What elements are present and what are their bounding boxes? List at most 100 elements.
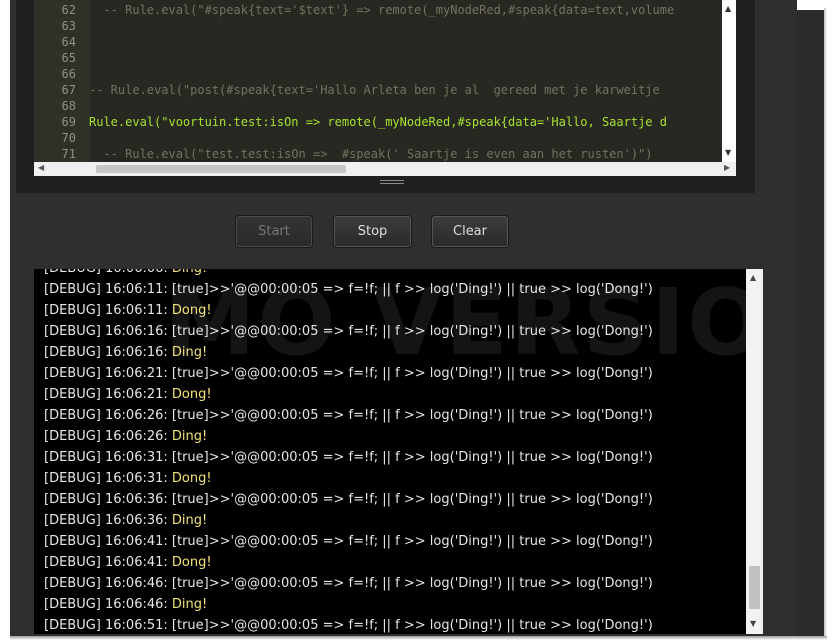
log-message: [true]>>'@@00:00:05 => f=!f; || f >> log… [171,576,653,591]
console-output[interactable]: MO VERSION [DEBUG] 16:06:06: Ding![DEBUG… [34,269,763,634]
line-number: 65 [61,51,76,65]
line-number: 66 [61,67,76,81]
code-line[interactable]: 69 Rule.eval("voortuin.test:isOn => remot… [34,114,722,130]
log-line: [DEBUG] 16:06:36: [true]>>'@@00:00:05 =>… [44,489,653,510]
window-edge [797,10,824,636]
log-prefix: [DEBUG] 16:06:41: [44,555,172,570]
log-prefix: [DEBUG] 16:06:46: [44,597,172,612]
log-message: [true]>>'@@00:00:05 => f=!f; || f >> log… [171,366,653,381]
console-scroll-thumb[interactable] [749,566,760,609]
log-message: [true]>>'@@00:00:05 => f=!f; || f >> log… [171,534,653,549]
code-line[interactable]: 70 [34,130,722,146]
code-line[interactable]: 65 [34,50,722,66]
log-line: [DEBUG] 16:06:21: Dong! [44,384,212,405]
log-message: [true]>>'@@00:00:05 => f=!f; || f >> log… [171,282,653,297]
console-vertical-scrollbar[interactable]: ▲ ▼ [746,269,763,634]
log-line: [DEBUG] 16:06:41: Dong! [44,552,212,573]
log-message: Ding! [171,597,208,612]
line-number: 70 [61,131,76,145]
line-number: 71 [61,147,76,161]
log-line: [DEBUG] 16:06:11: Dong! [44,300,212,321]
log-prefix: [DEBUG] 16:06:26: [44,429,172,444]
log-message: Dong! [171,387,212,402]
log-message: [true]>>'@@00:00:05 => f=!f; || f >> log… [171,492,653,507]
log-message: Ding! [171,345,208,360]
log-line: [DEBUG] 16:06:36: Ding! [44,510,207,531]
log-prefix: [DEBUG] 16:06:26: [44,408,172,423]
scroll-down-arrow-icon[interactable]: ▼ [725,148,731,157]
log-prefix: [DEBUG] 16:06:11: [44,282,172,297]
code-line[interactable]: 64 [34,34,722,50]
log-line: [DEBUG] 16:06:41: [true]>>'@@00:00:05 =>… [44,531,653,552]
log-message: Dong! [171,303,212,318]
log-line: [DEBUG] 16:06:16: Ding! [44,342,207,363]
log-line: [DEBUG] 16:06:46: [true]>>'@@00:00:05 =>… [44,573,653,594]
scroll-right-arrow-icon[interactable]: ▶ [724,163,730,172]
log-prefix: [DEBUG] 16:06:36: [44,513,172,528]
log-prefix: [DEBUG] 16:06:16: [44,324,172,339]
log-message: [true]>>'@@00:00:05 => f=!f; || f >> log… [171,450,653,465]
log-prefix: [DEBUG] 16:06:21: [44,387,172,402]
code-line[interactable]: 66 [34,66,722,82]
log-prefix: [DEBUG] 16:06:51: [44,618,172,633]
horizontal-scroll-thumb[interactable] [96,165,346,173]
line-number: 62 [61,3,76,17]
log-prefix: [DEBUG] 16:06:11: [44,303,172,318]
log-message: Dong! [171,555,212,570]
code-line[interactable]: 62 -- Rule.eval("#speak{text='$text'} =>… [34,2,722,18]
resize-handle-icon[interactable] [380,179,404,187]
scroll-up-arrow-icon[interactable]: ▲ [725,4,731,13]
line-number: 68 [61,99,76,113]
scroll-up-arrow-icon[interactable]: ▲ [750,273,756,282]
line-number: 63 [61,19,76,33]
log-line: [DEBUG] 16:06:11: [true]>>'@@00:00:05 =>… [44,279,653,300]
start-button[interactable]: Start [236,216,312,247]
line-number: 64 [61,35,76,49]
editor-horizontal-scrollbar[interactable]: ◀ ▶ [34,162,736,176]
log-line: [DEBUG] 16:06:26: Ding! [44,426,207,447]
log-message: [true]>>'@@00:00:05 => f=!f; || f >> log… [171,408,653,423]
log-prefix: [DEBUG] 16:06:06: [44,269,172,276]
log-prefix: [DEBUG] 16:06:21: [44,366,172,381]
log-prefix: [DEBUG] 16:06:46: [44,576,172,591]
code-line[interactable]: 63 [34,18,722,34]
log-message: Ding! [172,269,207,276]
log-line: [DEBUG] 16:06:26: [true]>>'@@00:00:05 =>… [44,405,653,426]
app-window: 62 -- Rule.eval("#speak{text='$text'} =>… [10,0,797,636]
log-line: [DEBUG] 16:06:46: Ding! [44,594,207,615]
log-line: [DEBUG] 16:06:21: [true]>>'@@00:00:05 =>… [44,363,653,384]
log-line: [DEBUG] 16:06:31: [true]>>'@@00:00:05 =>… [44,447,653,468]
log-line: [DEBUG] 16:06:31: Dong! [44,468,212,489]
line-number: 67 [61,83,76,97]
log-line: [DEBUG] 16:06:06: Ding! [44,269,207,279]
log-prefix: [DEBUG] 16:06:36: [44,492,172,507]
code-text: -- Rule.eval("test.test:isOn => #speak('… [89,147,653,161]
log-line: [DEBUG] 16:06:51: [true]>>'@@00:00:05 =>… [44,615,653,634]
log-prefix: [DEBUG] 16:06:16: [44,345,172,360]
code-line[interactable]: 67 -- Rule.eval("post(#speak{text='Hallo … [34,82,722,98]
log-prefix: [DEBUG] 16:06:31: [44,450,172,465]
log-message: [true]>>'@@00:00:05 => f=!f; || f >> log… [171,618,653,633]
code-line[interactable]: 71 -- Rule.eval("test.test:isOn => #spea… [34,146,722,162]
stop-button[interactable]: Stop [334,216,411,247]
code-area[interactable]: 62 -- Rule.eval("#speak{text='$text'} =>… [34,0,722,162]
log-message: [true]>>'@@00:00:05 => f=!f; || f >> log… [171,324,653,339]
log-message: Ding! [171,429,208,444]
editor-panel: 62 -- Rule.eval("#speak{text='$text'} =>… [16,0,755,193]
code-text: -- Rule.eval("#speak{text='$text'} => re… [89,3,675,17]
clear-button[interactable]: Clear [432,216,508,247]
code-text: Rule.eval("voortuin.test:isOn => remote(… [89,115,667,129]
editor-vertical-scrollbar[interactable]: ▲ ▼ [722,0,736,162]
log-message: Ding! [171,513,208,528]
log-line: [DEBUG] 16:06:16: [true]>>'@@00:00:05 =>… [44,321,653,342]
log-prefix: [DEBUG] 16:06:31: [44,471,172,486]
code-editor[interactable]: 62 -- Rule.eval("#speak{text='$text'} =>… [34,0,736,176]
scroll-down-arrow-icon[interactable]: ▼ [750,619,756,628]
code-text: -- Rule.eval("post(#speak{text='Hallo Ar… [89,83,660,97]
line-number: 69 [61,115,76,129]
log-message: Dong! [171,471,212,486]
code-line[interactable]: 68 [34,98,722,114]
window-shadow [10,636,827,640]
scroll-left-arrow-icon[interactable]: ◀ [38,163,44,172]
window-shadow [824,8,827,638]
